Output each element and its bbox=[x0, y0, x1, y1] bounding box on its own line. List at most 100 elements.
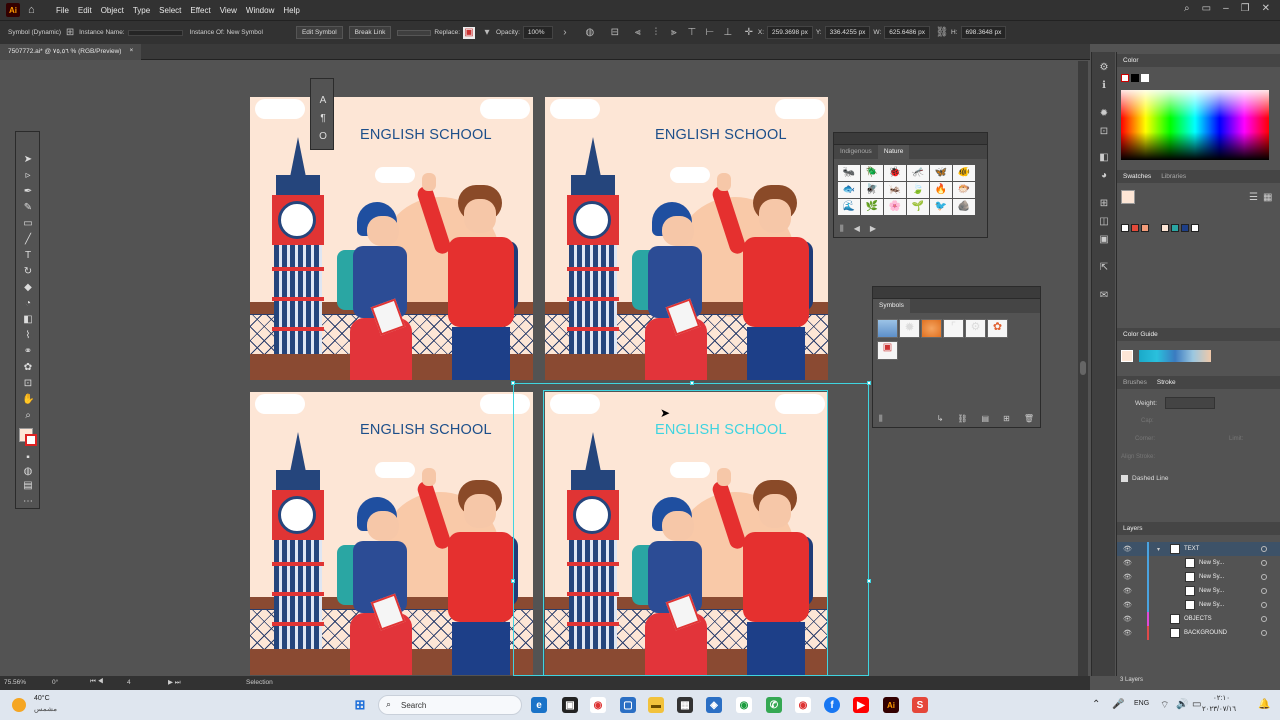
character-icon[interactable]: A bbox=[317, 95, 329, 107]
symbol-gear[interactable]: ⚙ bbox=[965, 319, 986, 338]
chrome-alt-icon[interactable]: ◉ bbox=[795, 697, 811, 713]
chevron-up-icon[interactable]: ⌃ bbox=[1092, 699, 1100, 710]
zoom-level[interactable]: 75.56% bbox=[4, 679, 26, 686]
instance-name-field[interactable] bbox=[127, 29, 183, 36]
screen-recorder-icon[interactable]: S bbox=[912, 697, 928, 713]
resize-handle[interactable] bbox=[867, 381, 871, 385]
resize-handle[interactable] bbox=[690, 381, 694, 385]
grid-view-icon[interactable]: ▦ bbox=[1263, 192, 1272, 203]
brush-tool-icon[interactable]: ╱ bbox=[22, 234, 34, 246]
place-symbol-icon[interactable]: ↳ bbox=[937, 414, 944, 424]
menu-file[interactable]: File bbox=[56, 6, 69, 15]
align-right-icon[interactable]: ⫸ bbox=[668, 27, 680, 39]
swatch-teal[interactable] bbox=[1171, 224, 1179, 232]
tab-indigenous[interactable]: Indigenous bbox=[834, 145, 878, 159]
taskbar-search[interactable]: Search bbox=[378, 695, 522, 715]
artboard-1[interactable]: ENGLISH SCHOOL bbox=[250, 97, 533, 380]
properties-icon[interactable]: ⚙ bbox=[1098, 62, 1110, 74]
reference-point-icon[interactable]: ✛ bbox=[743, 27, 755, 39]
flower-symbol[interactable]: 🌸 bbox=[884, 199, 906, 215]
draw-mode-icon[interactable]: ◍ bbox=[22, 466, 34, 478]
fish2-symbol[interactable]: 🐟 bbox=[838, 182, 860, 198]
swatch-red[interactable] bbox=[1131, 224, 1139, 232]
rotate-tool-icon[interactable]: ↻ bbox=[22, 266, 34, 278]
edge-icon[interactable]: e bbox=[531, 697, 547, 713]
none-swatch[interactable] bbox=[1121, 74, 1129, 82]
layer-row[interactable]: 👁 OBJECTS bbox=[1117, 612, 1280, 626]
blend-tool-icon[interactable]: ⚭ bbox=[22, 346, 34, 358]
target-icon[interactable] bbox=[1261, 546, 1267, 552]
layer-row[interactable]: 👁 New Sy... bbox=[1117, 598, 1280, 612]
eye-icon[interactable]: 👁 bbox=[1123, 559, 1132, 567]
symbol-frame[interactable]: ⌜ bbox=[943, 319, 964, 338]
minimize-icon[interactable]: – bbox=[1223, 3, 1229, 14]
paragraph-icon[interactable]: ¶ bbox=[317, 113, 329, 125]
artboard-2[interactable]: ENGLISH SCHOOL bbox=[545, 97, 828, 380]
eraser-tool-icon[interactable]: ◆ bbox=[22, 282, 34, 294]
target-icon[interactable] bbox=[1261, 616, 1267, 622]
ant-symbol[interactable]: 🐜 bbox=[838, 165, 860, 181]
break-link-button[interactable]: Break Link bbox=[348, 26, 392, 39]
wifi-icon[interactable]: ⌔ bbox=[1160, 699, 1169, 712]
layer-row[interactable]: 👁 New Sy... bbox=[1117, 584, 1280, 598]
direct-selection-tool-icon[interactable]: ▹ bbox=[22, 170, 34, 182]
file-explorer-icon[interactable]: ▬ bbox=[648, 697, 664, 713]
artboard-next-icon[interactable]: ▶ ⏭ bbox=[168, 678, 181, 687]
align-middle-icon[interactable]: ⊢ bbox=[704, 27, 716, 39]
swatch-white[interactable] bbox=[1121, 224, 1129, 232]
color-spectrum[interactable] bbox=[1121, 90, 1269, 160]
target-icon[interactable] bbox=[1261, 574, 1267, 580]
replace-symbol-icon[interactable]: ▣ bbox=[463, 26, 476, 39]
menu-object[interactable]: Object bbox=[101, 6, 124, 15]
align-bottom-icon[interactable]: ⊥ bbox=[722, 27, 734, 39]
symbol-splash[interactable]: ✹ bbox=[899, 319, 920, 338]
eye-icon[interactable]: 👁 bbox=[1123, 587, 1132, 595]
target-icon[interactable] bbox=[1261, 602, 1267, 608]
y-field[interactable]: 336.4255 px bbox=[824, 26, 871, 39]
swatch-peach[interactable] bbox=[1141, 224, 1149, 232]
selection-tool-icon[interactable]: ➤ bbox=[22, 154, 34, 166]
dashed-line-checkbox[interactable] bbox=[1121, 475, 1128, 482]
stroke-tab[interactable]: Stroke bbox=[1157, 379, 1176, 386]
swatch-cream[interactable] bbox=[1161, 224, 1169, 232]
symbol-orange-ball[interactable] bbox=[921, 319, 942, 338]
symbol-libraries-icon[interactable]: ⫼ bbox=[879, 414, 883, 424]
chevron-down-icon[interactable]: ▾ bbox=[481, 27, 493, 39]
info-icon[interactable]: ℹ bbox=[1098, 80, 1110, 92]
transparency-icon[interactable]: ◧ bbox=[1098, 152, 1110, 164]
search-icon[interactable]: ⌕ bbox=[1184, 3, 1190, 14]
white-swatch[interactable] bbox=[1141, 74, 1149, 82]
next-library-icon[interactable]: ▶ bbox=[870, 224, 876, 234]
layer-row[interactable]: 👁 New Sy... bbox=[1117, 556, 1280, 570]
stroke-swatch[interactable] bbox=[25, 434, 37, 446]
align-center-icon[interactable]: ⫶ bbox=[650, 27, 662, 39]
menu-edit[interactable]: Edit bbox=[78, 6, 92, 15]
bug-symbol[interactable]: 🐞 bbox=[884, 165, 906, 181]
delete-symbol-icon[interactable]: 🗑 bbox=[1024, 414, 1034, 424]
type-tool-icon[interactable]: T bbox=[22, 250, 34, 262]
align-left-icon[interactable]: ⫷ bbox=[632, 27, 644, 39]
eye-icon[interactable]: 👁 bbox=[1123, 615, 1132, 623]
cricket-symbol[interactable]: 🦗 bbox=[884, 182, 906, 198]
graphic-styles-icon[interactable]: ◕ bbox=[1098, 170, 1110, 182]
clock-time[interactable]: ٠٢:١٠ bbox=[1213, 694, 1230, 702]
app-icon[interactable]: ▢ bbox=[620, 697, 636, 713]
base-color-swatch[interactable] bbox=[1121, 350, 1133, 362]
document-tab[interactable]: 7507772.ai* @ ٧٥,٥٦ % (RGB/Preview) × bbox=[0, 44, 142, 60]
clock-date[interactable]: ٢٠٢٣/٠٧/١٦ bbox=[1202, 705, 1236, 713]
store-icon[interactable]: ◈ bbox=[706, 697, 722, 713]
menu-type[interactable]: Type bbox=[133, 6, 150, 15]
pen-tool-icon[interactable]: ✒ bbox=[22, 186, 34, 198]
x-field[interactable]: 259.3698 px bbox=[767, 26, 813, 39]
facebook-icon[interactable]: f bbox=[824, 697, 840, 713]
whatsapp-icon[interactable]: ✆ bbox=[766, 697, 782, 713]
rectangle-tool-icon[interactable]: ▭ bbox=[22, 218, 34, 230]
chevron-right-icon[interactable]: › bbox=[559, 27, 571, 39]
screen-mode-icon[interactable]: ▤ bbox=[22, 480, 34, 492]
artboard-3[interactable]: ENGLISH SCHOOL bbox=[250, 392, 533, 675]
layer-row[interactable]: 👁 New Sy... bbox=[1117, 570, 1280, 584]
export-icon[interactable]: ⇱ bbox=[1098, 262, 1110, 274]
eye-icon[interactable]: 👁 bbox=[1123, 601, 1132, 609]
library-menu-icon[interactable]: ⫼ bbox=[840, 224, 844, 234]
close-tab-icon[interactable]: × bbox=[129, 47, 133, 57]
